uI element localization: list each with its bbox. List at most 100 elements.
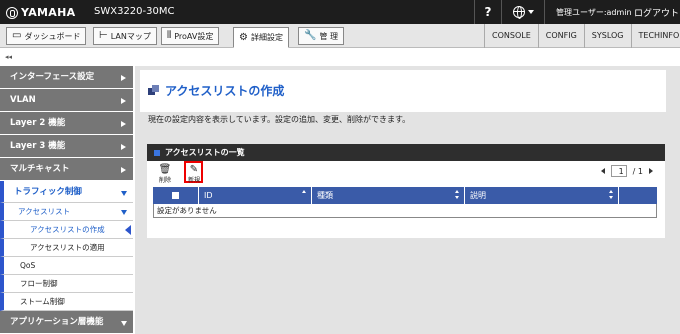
syslog-link[interactable]: SYSLOG	[583, 24, 631, 48]
select-all-checkbox[interactable]	[153, 187, 199, 204]
gear-icon: ⚙	[239, 31, 248, 43]
prev-page-icon[interactable]	[600, 168, 605, 174]
main-content: アクセスリストの作成 現在の設定内容を表示しています。設定の追加、変更、削除がで…	[135, 66, 680, 334]
sidebar-item-label: トラフィック制御	[14, 187, 82, 197]
delete-button[interactable]: 🗑 削除	[157, 164, 173, 184]
language-button[interactable]	[503, 0, 545, 24]
page-title-text: アクセスリストの作成	[165, 84, 285, 98]
sidebar-item-layer2[interactable]: Layer 2 機能	[0, 112, 133, 135]
tab-label: ProAV設定	[174, 31, 214, 41]
tab-advanced-settings[interactable]: ⚙ 詳細設定	[233, 27, 289, 48]
tab-proav[interactable]: ⫴ ProAV設定	[161, 27, 220, 45]
page-number-input[interactable]: 1	[610, 165, 627, 177]
page-title-icon	[148, 85, 159, 96]
tab-label: LANマップ	[110, 31, 151, 41]
logout-link[interactable]: ログアウト	[634, 6, 679, 19]
column-header-spacer	[619, 187, 657, 204]
dashboard-icon: ▭	[12, 30, 22, 41]
sidebar-item-access-list-create[interactable]: アクセスリストの作成	[0, 221, 133, 239]
sidebar-item-interface[interactable]: インターフェース設定	[0, 66, 133, 89]
sidebar-item-label: マルチキャスト	[10, 164, 70, 174]
collapse-sidebar-button[interactable]: ◂◂	[5, 53, 12, 61]
chevron-right-icon	[121, 98, 126, 104]
page-total: / 1	[632, 166, 643, 176]
tab-label: 詳細設定	[250, 33, 283, 42]
sidebar-item-app-features[interactable]: アプリケーション層機能	[0, 311, 133, 334]
access-list-section: アクセスリストの一覧 🗑 削除 ✎ 新規 1 / 1 ID 種類 説明 設定があ…	[147, 144, 665, 238]
utility-links: CONSOLE CONFIG SYSLOG TECHINFO	[484, 24, 680, 48]
column-label: 種類	[317, 191, 333, 200]
trash-icon: 🗑	[158, 164, 172, 175]
sidebar-item-storm-control[interactable]: ストーム制御	[0, 293, 133, 311]
sidebar-item-label: アプリケーション層機能	[10, 317, 104, 327]
new-button[interactable]: ✎ 新規	[186, 164, 202, 184]
sidebar-item-qos[interactable]: QoS	[0, 257, 133, 275]
sort-icon	[609, 190, 614, 200]
new-label: 新規	[187, 177, 200, 184]
sort-icon	[455, 190, 460, 200]
tab-lan-map[interactable]: ⊢ LANマップ	[93, 27, 157, 45]
user-info: 管理ユーザー:admin	[556, 8, 632, 17]
edit-icon: ✎	[189, 164, 199, 175]
tab-dashboard[interactable]: ▭ ダッシュボード	[6, 27, 87, 45]
delete-label: 削除	[158, 177, 171, 184]
model-name: SWX3220-30MC	[94, 6, 175, 17]
chevron-down-icon	[528, 10, 534, 14]
selected-indicator-icon	[125, 225, 131, 235]
chevron-right-icon	[121, 75, 126, 81]
sidebar-item-label: Layer 3 機能	[10, 141, 66, 151]
sidebar-item-multicast[interactable]: マルチキャスト	[0, 158, 133, 181]
empty-table-row: 設定がありません	[153, 204, 657, 218]
sidebar-item-label: アクセスリストの作成	[30, 225, 105, 234]
chevron-right-icon	[121, 144, 126, 150]
globe-icon	[513, 6, 525, 19]
chevron-right-icon	[121, 121, 126, 127]
sidebar-item-flow-control[interactable]: フロー制御	[0, 275, 133, 293]
sidebar-item-label: Layer 2 機能	[10, 118, 66, 128]
yamaha-emblem-icon	[6, 6, 18, 19]
list-toolbar: 🗑 削除 ✎ 新規 1 / 1	[147, 161, 665, 187]
sidebar-item-label: VLAN	[10, 95, 36, 105]
sidebar-item-access-list[interactable]: アクセスリスト	[0, 203, 133, 221]
column-header-id[interactable]: ID	[199, 187, 312, 204]
sidebar-item-traffic-control[interactable]: トラフィック制御	[0, 181, 133, 203]
sidebar-item-vlan[interactable]: VLAN	[0, 89, 133, 112]
chevron-down-icon	[121, 321, 127, 326]
tab-label: 管 理	[319, 31, 338, 41]
proav-icon: ⫴	[167, 30, 172, 41]
column-label: ID	[204, 191, 213, 200]
section-title: アクセスリストの一覧	[165, 148, 245, 157]
chevron-right-icon	[121, 167, 126, 173]
help-button[interactable]: ?	[474, 0, 502, 24]
section-marker-icon	[154, 149, 160, 156]
title-panel: アクセスリストの作成	[140, 70, 666, 112]
sidebar: インターフェース設定 VLAN Layer 2 機能 Layer 3 機能 マル…	[0, 66, 133, 334]
page-description: 現在の設定内容を表示しています。設定の追加、変更、削除ができます。	[148, 115, 411, 124]
checkbox	[172, 192, 179, 199]
tab-management[interactable]: 🔧 管 理	[298, 27, 344, 45]
sidebar-item-layer3[interactable]: Layer 3 機能	[0, 135, 133, 158]
section-header: アクセスリストの一覧	[147, 144, 665, 161]
sidebar-item-label: アクセスリスト	[18, 207, 71, 216]
brand-name: YAMAHA	[21, 6, 76, 19]
column-header-description[interactable]: 説明	[465, 187, 619, 204]
next-page-icon[interactable]	[649, 168, 653, 174]
chevron-down-icon	[121, 210, 127, 215]
config-link[interactable]: CONFIG	[537, 24, 584, 48]
sidebar-item-label: アクセスリストの適用	[30, 243, 105, 252]
sidebar-item-access-list-apply[interactable]: アクセスリストの適用	[0, 239, 133, 257]
sidebar-item-label: インターフェース設定	[10, 72, 95, 82]
sort-asc-icon	[302, 190, 307, 200]
column-label: 説明	[470, 191, 486, 200]
main-nav: ▭ ダッシュボード ⊢ LANマップ ⫴ ProAV設定 ⚙ 詳細設定 🔧 管 …	[0, 24, 680, 48]
pagination: 1 / 1	[600, 165, 653, 177]
column-header-type[interactable]: 種類	[312, 187, 465, 204]
table-header: ID 種類 説明	[153, 187, 657, 204]
yamaha-logo: YAMAHA	[6, 6, 75, 19]
top-header: YAMAHA SWX3220-30MC ? 管理ユーザー:admin ログアウト	[0, 0, 680, 24]
console-link[interactable]: CONSOLE	[484, 24, 538, 48]
page-title: アクセスリストの作成	[148, 82, 284, 99]
lan-map-icon: ⊢	[99, 30, 108, 41]
chevron-down-icon	[121, 191, 127, 196]
techinfo-link[interactable]: TECHINFO	[630, 24, 680, 48]
